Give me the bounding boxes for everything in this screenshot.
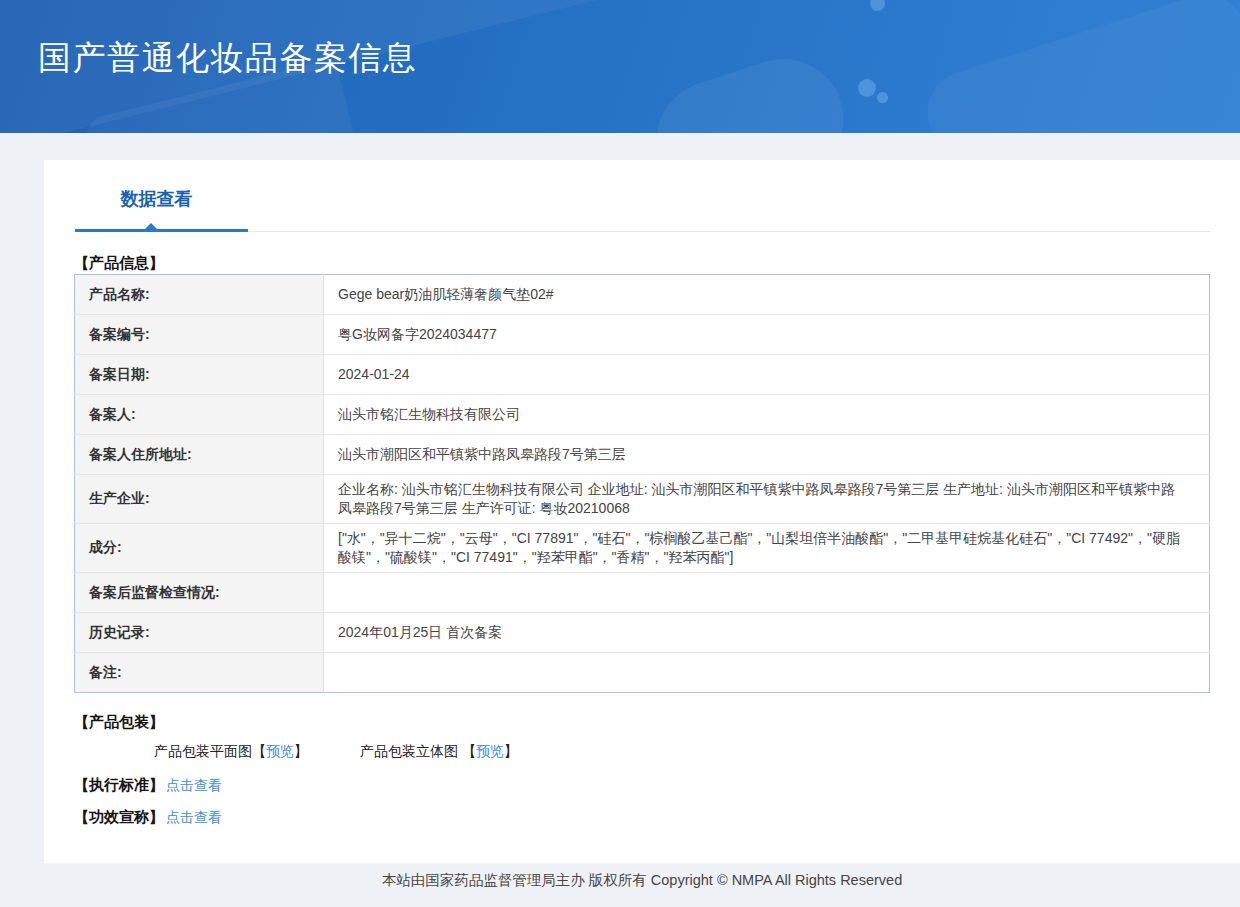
row-label: 备案日期:: [75, 355, 324, 395]
row-label: 成分:: [75, 524, 324, 573]
table-row-history: 历史记录: 2024年01月25日 首次备案: [75, 613, 1210, 653]
row-value: 2024-01-24: [324, 355, 1210, 395]
packaging-row: 产品包装平面图【预览】产品包装立体图【预览】: [74, 743, 1210, 759]
standard-row: 【执行标准】点击查看: [74, 777, 1210, 793]
stereo-preview-link[interactable]: 预览: [476, 743, 504, 759]
product-info-table: 产品名称: Gege bear奶油肌轻薄奢颜气垫02# 备案编号: 粤G妆网备字…: [74, 274, 1210, 693]
row-label: 产品名称:: [75, 275, 324, 315]
page-banner: 国产普通化妆品备案信息: [0, 0, 1240, 133]
table-row-remarks: 备注:: [75, 653, 1210, 693]
efficacy-view-link[interactable]: 点击查看: [166, 809, 222, 825]
content-card: 数据查看 【产品信息】 产品名称: Gege bear奶油肌轻薄奢颜气垫02# …: [44, 160, 1240, 863]
row-label: 备案人:: [75, 395, 324, 435]
table-row-ingredients: 成分: ["水"，"异十二烷"，"云母"，"CI 77891"，"硅石"，"棕榈…: [75, 524, 1210, 573]
footer-text: 本站由国家药品监督管理局主办 版权所有 Copyright © NMPA All…: [382, 872, 902, 888]
packaging-stereo-label: 产品包装立体图: [360, 743, 458, 759]
tab-bar: 数据查看: [74, 160, 1210, 232]
row-value: 企业名称: 汕头市铭汇生物科技有限公司 企业地址: 汕头市潮阳区和平镇紫中路凤皋…: [324, 475, 1210, 524]
bracket-open: 【: [252, 743, 266, 759]
table-row-registrant: 备案人: 汕头市铭汇生物科技有限公司: [75, 395, 1210, 435]
row-label: 历史记录:: [75, 613, 324, 653]
bracket-close: 】: [294, 743, 308, 759]
banner-decoration-dot: [877, 92, 888, 103]
table-row-supervision: 备案后监督检查情况:: [75, 573, 1210, 613]
table-row-registrant-address: 备案人住所地址: 汕头市潮阳区和平镇紫中路凤皋路段7号第三层: [75, 435, 1210, 475]
efficacy-heading: 【功效宣称】: [74, 808, 164, 825]
row-label: 生产企业:: [75, 475, 324, 524]
row-label: 备案后监督检查情况:: [75, 573, 324, 613]
efficacy-row: 【功效宣称】点击查看: [74, 809, 1210, 825]
table-row-manufacturer: 生产企业: 企业名称: 汕头市铭汇生物科技有限公司 企业地址: 汕头市潮阳区和平…: [75, 475, 1210, 524]
standard-heading: 【执行标准】: [74, 776, 164, 793]
row-value: 粤G妆网备字2024034477: [324, 315, 1210, 355]
tab-data-view[interactable]: 数据查看: [75, 188, 248, 232]
bracket-close: 】: [504, 743, 518, 759]
product-info-heading: 【产品信息】: [74, 255, 1210, 271]
row-value: ["水"，"异十二烷"，"云母"，"CI 77891"，"硅石"，"棕榈酸乙基己…: [324, 524, 1210, 573]
row-value: [324, 573, 1210, 613]
banner-decoration-dot: [858, 79, 876, 97]
bracket-open: 【: [462, 743, 476, 759]
table-row-registration-date: 备案日期: 2024-01-24: [75, 355, 1210, 395]
footer: 本站由国家药品监督管理局主办 版权所有 Copyright © NMPA All…: [0, 863, 1240, 890]
page-title: 国产普通化妆品备案信息: [0, 0, 1240, 75]
table-row-product-name: 产品名称: Gege bear奶油肌轻薄奢颜气垫02#: [75, 275, 1210, 315]
row-label: 备注:: [75, 653, 324, 693]
row-value: 汕头市铭汇生物科技有限公司: [324, 395, 1210, 435]
row-label: 备案编号:: [75, 315, 324, 355]
row-value: 2024年01月25日 首次备案: [324, 613, 1210, 653]
row-value: [324, 653, 1210, 693]
tab-data-view-label: 数据查看: [121, 189, 193, 209]
row-value: 汕头市潮阳区和平镇紫中路凤皋路段7号第三层: [324, 435, 1210, 475]
flat-preview-link[interactable]: 预览: [266, 743, 294, 759]
packaging-heading: 【产品包装】: [74, 714, 1210, 730]
table-row-registration-number: 备案编号: 粤G妆网备字2024034477: [75, 315, 1210, 355]
packaging-flat-label: 产品包装平面图: [154, 743, 252, 759]
standard-view-link[interactable]: 点击查看: [166, 777, 222, 793]
row-label: 备案人住所地址:: [75, 435, 324, 475]
row-value: Gege bear奶油肌轻薄奢颜气垫02#: [324, 275, 1210, 315]
